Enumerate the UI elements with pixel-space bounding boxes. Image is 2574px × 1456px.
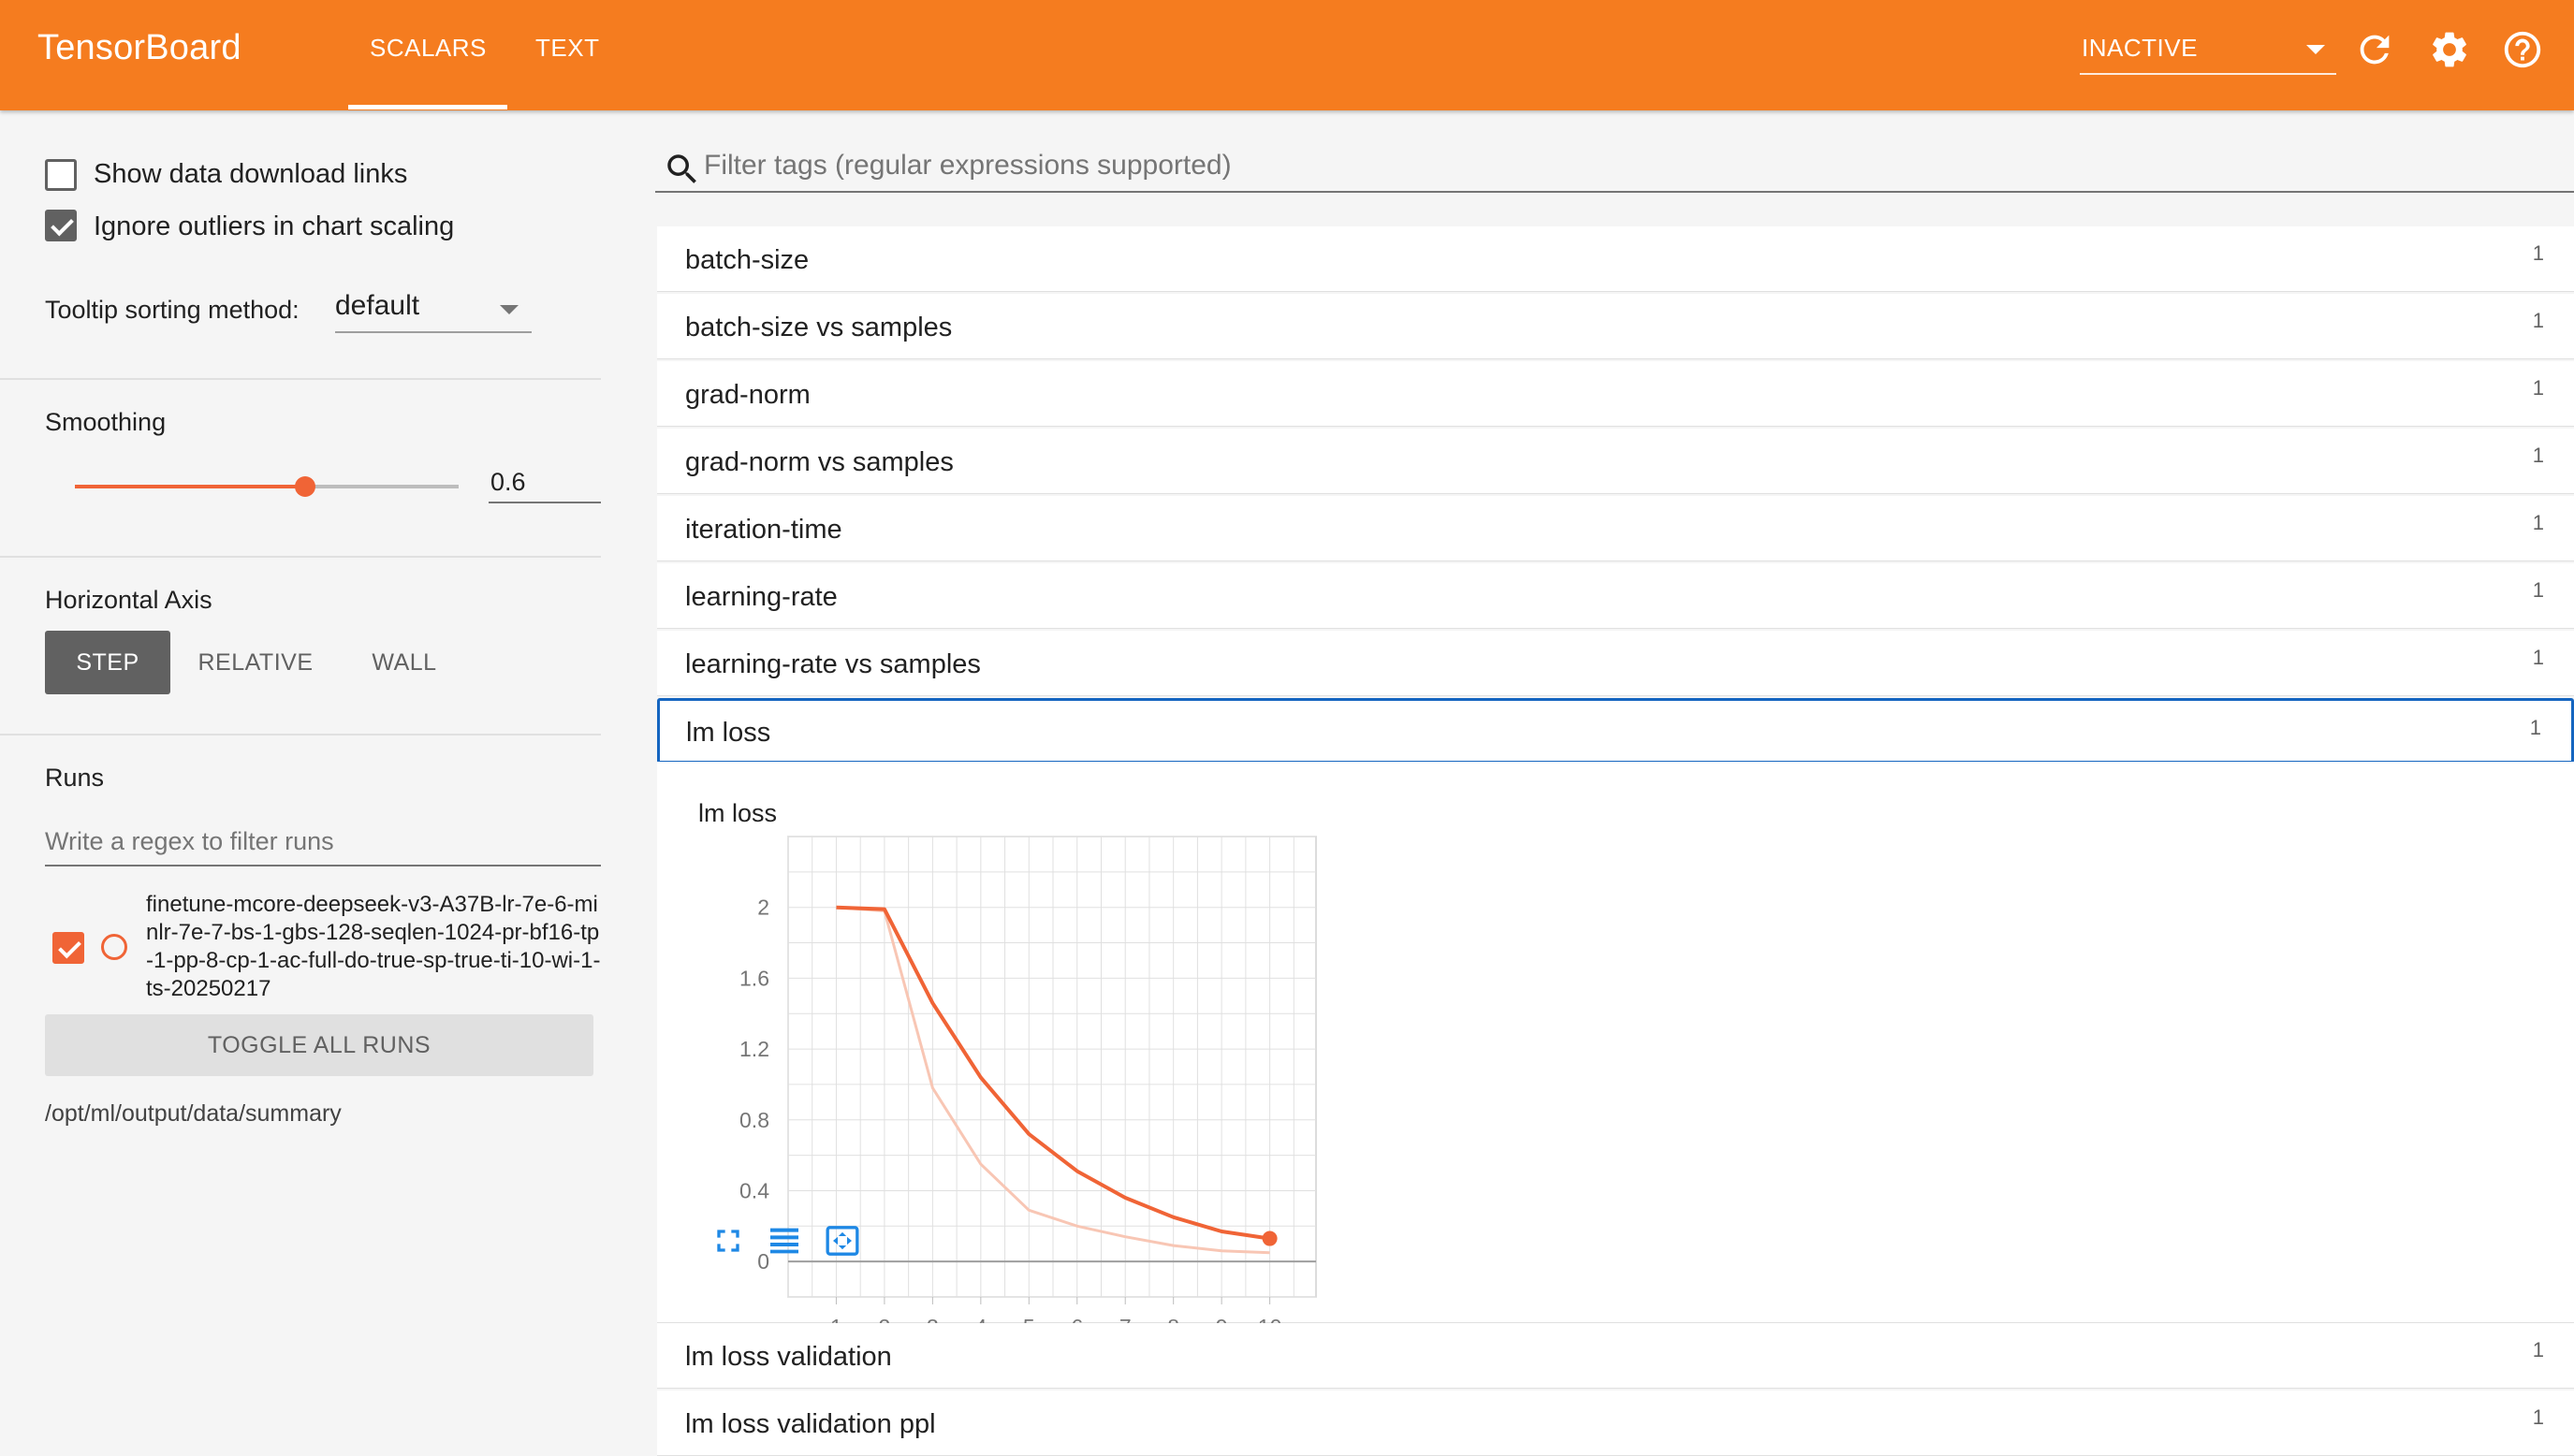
fullscreen-icon[interactable]	[709, 1222, 747, 1259]
tag-count: 1	[2529, 716, 2541, 739]
tag-pane-header[interactable]: iteration-time 1	[657, 496, 2574, 561]
tag-name: lm loss validation ppl	[685, 1409, 936, 1439]
tag-count: 1	[2532, 511, 2544, 534]
tag-pane-header[interactable]: lm loss validation 1	[657, 1323, 2574, 1389]
tag-count: 1	[2532, 376, 2544, 400]
series-end-point	[1262, 1230, 1278, 1246]
tag-count: 1	[2532, 309, 2544, 332]
refresh-icon[interactable]	[2353, 28, 2396, 71]
lines-icon[interactable]	[766, 1222, 803, 1259]
fit-domain-icon[interactable]	[824, 1222, 861, 1259]
search-icon	[667, 154, 696, 183]
tag-name: learning-rate vs samples	[685, 649, 981, 679]
gear-icon[interactable]	[2428, 28, 2471, 71]
plot-frame	[787, 836, 1317, 1298]
tag-pane-header[interactable]: batch-size vs samples 1	[657, 294, 2574, 359]
run-name: finetune-mcore-deepseek-v3-A37B-lr-7e-6-…	[146, 892, 601, 1001]
y-tick-label: 2	[757, 895, 769, 920]
tag-count: 1	[2532, 1338, 2544, 1361]
ignore-outliers-label[interactable]: Ignore outliers in chart scaling	[94, 211, 454, 242]
line-chart[interactable]: 00.40.81.21.6212345678910	[657, 762, 1368, 1361]
chart-card: lm loss 00.40.81.21.6212345678910	[657, 762, 2574, 1339]
run-checkbox[interactable]	[52, 932, 84, 964]
show-download-links-checkbox[interactable]	[45, 159, 77, 191]
tag-filter-placeholder: Filter tags (regular expressions support…	[704, 150, 1232, 181]
axis-relative-button[interactable]: RELATIVE	[185, 631, 326, 694]
brand-title: TensorBoard	[37, 28, 241, 67]
chevron-down-icon	[500, 305, 519, 314]
top-app-bar: TensorBoard SCALARS TEXT INACTIVE	[0, 0, 2574, 110]
tag-pane-header[interactable]: grad-norm 1	[657, 361, 2574, 427]
y-tick-label: 0.8	[739, 1108, 769, 1132]
tooltip-sorting-label: Tooltip sorting method:	[45, 296, 300, 324]
y-tick-label: 1.6	[739, 966, 769, 990]
tag-name: lm loss validation	[685, 1342, 892, 1372]
tag-pane-header[interactable]: grad-norm vs samples 1	[657, 429, 2574, 494]
toggle-all-runs-button[interactable]: TOGGLE ALL RUNS	[45, 1014, 593, 1076]
tab-text[interactable]: TEXT	[535, 34, 599, 63]
y-tick-label: 0.4	[739, 1178, 769, 1202]
tooltip-sorting-value: default	[335, 290, 420, 321]
tag-pane-header[interactable]: batch-size 1	[657, 226, 2574, 292]
smoothing-slider-thumb[interactable]	[295, 476, 315, 497]
section-divider	[0, 378, 601, 380]
smoothing-slider[interactable]	[75, 476, 459, 497]
tag-pane-header[interactable]: learning-rate vs samples 1	[657, 631, 2574, 696]
help-icon[interactable]	[2501, 28, 2544, 71]
tag-count: 1	[2532, 578, 2544, 602]
log-directory: /opt/ml/output/data/summary	[45, 1100, 342, 1127]
sidebar: Show data download links Ignore outliers…	[0, 110, 655, 1456]
tag-name: learning-rate	[685, 582, 838, 612]
tag-pane-header-expanded[interactable]: lm loss 1	[657, 698, 2574, 764]
runs-filter-placeholder: Write a regex to filter runs	[45, 827, 334, 855]
axis-step-button[interactable]: STEP	[45, 631, 170, 694]
tag-name: batch-size vs samples	[685, 313, 953, 342]
main-content: Filter tags (regular expressions support…	[655, 110, 2574, 1456]
tag-count: 1	[2532, 241, 2544, 265]
tab-scalars[interactable]: SCALARS	[370, 34, 487, 63]
tag-filter-input[interactable]: Filter tags (regular expressions support…	[655, 144, 2574, 193]
tag-pane-header[interactable]: lm loss validation ppl 1	[657, 1390, 2574, 1456]
section-divider	[0, 556, 601, 558]
tag-count: 1	[2532, 646, 2544, 669]
tag-name: grad-norm vs samples	[685, 447, 954, 477]
tag-name: iteration-time	[685, 515, 842, 545]
horizontal-axis-label: Horizontal Axis	[45, 586, 212, 614]
tag-name: grad-norm	[685, 380, 811, 410]
tag-name: lm loss	[686, 718, 771, 748]
section-divider	[0, 734, 601, 735]
tag-pane-header[interactable]: learning-rate 1	[657, 563, 2574, 629]
tag-count: 1	[2532, 1405, 2544, 1429]
reload-status-value: INACTIVE	[2082, 34, 2198, 62]
tag-name: batch-size	[685, 245, 810, 275]
tooltip-sorting-select[interactable]: default	[335, 286, 532, 333]
reload-status-select[interactable]: INACTIVE	[2080, 28, 2336, 75]
ignore-outliers-checkbox[interactable]	[45, 210, 77, 241]
chevron-down-icon	[2306, 45, 2325, 54]
show-download-links-label[interactable]: Show data download links	[94, 159, 407, 190]
runs-label: Runs	[45, 764, 105, 792]
y-tick-label: 1.2	[739, 1037, 769, 1061]
active-tab-indicator	[348, 105, 507, 109]
smoothing-slider-fill	[75, 485, 305, 488]
smoothing-label: Smoothing	[45, 408, 167, 436]
tag-count: 1	[2532, 444, 2544, 467]
run-color-radio[interactable]	[101, 934, 127, 960]
runs-filter-input[interactable]: Write a regex to filter runs	[45, 822, 601, 866]
axis-wall-button[interactable]: WALL	[348, 631, 461, 694]
smoothing-input[interactable]: 0.6	[489, 459, 601, 503]
smoothing-value: 0.6	[490, 468, 526, 496]
